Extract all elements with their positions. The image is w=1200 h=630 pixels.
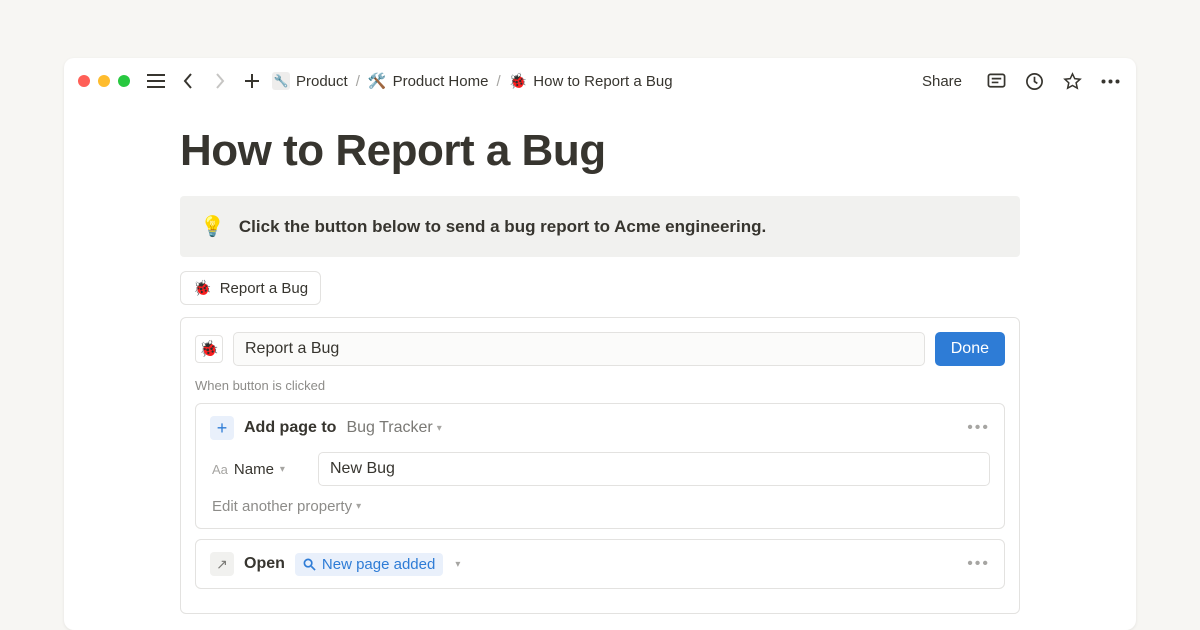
action-add-page: + Add page to Bug Tracker ▾ ••• Aa Name … (195, 403, 1005, 529)
open-arrow-icon: ↗ (210, 552, 234, 576)
button-name-input[interactable] (233, 332, 925, 366)
action-more-icon[interactable]: ••• (967, 555, 990, 573)
action-more-icon[interactable]: ••• (967, 419, 990, 437)
close-window[interactable] (78, 75, 90, 87)
app-window: 🔧 Product / 🛠️ Product Home / 🐞 How to R… (64, 58, 1136, 630)
edit-another-label: Edit another property (212, 498, 352, 515)
ladybug-icon: 🐞 (193, 279, 212, 297)
action-target-picker[interactable]: Bug Tracker ▾ (346, 419, 441, 437)
breadcrumb-separator: / (356, 73, 360, 90)
forward-button[interactable] (208, 69, 232, 93)
wrench-icon: 🔧 (272, 72, 290, 90)
action-open-page: ↗ Open New page added ▾ ••• (195, 539, 1005, 589)
when-clicked-label: When button is clicked (195, 378, 1005, 393)
token-label: New page added (322, 556, 435, 573)
breadcrumb-product-home[interactable]: 🛠️ Product Home (368, 72, 489, 90)
chevron-down-icon: ▾ (280, 464, 285, 475)
text-type-icon: Aa (212, 462, 228, 477)
favorite-icon[interactable] (1060, 69, 1084, 93)
lightbulb-icon: 💡 (200, 214, 225, 239)
callout-text: Click the button below to send a bug rep… (239, 217, 766, 237)
target-label: Bug Tracker (346, 419, 432, 437)
config-header: 🐞 Done (195, 332, 1005, 366)
maximize-window[interactable] (118, 75, 130, 87)
action-label: Open (244, 555, 285, 573)
chevron-down-icon: ▾ (356, 501, 361, 512)
window-controls (78, 75, 130, 87)
search-icon (303, 558, 316, 571)
new-page-button[interactable] (240, 69, 264, 93)
breadcrumb-label: Product Home (393, 73, 489, 90)
breadcrumb-product[interactable]: 🔧 Product (272, 72, 348, 90)
done-button[interactable]: Done (935, 332, 1005, 366)
comments-icon[interactable] (984, 69, 1008, 93)
open-target-token[interactable]: New page added (295, 553, 443, 576)
property-name: Name (234, 461, 274, 478)
tools-icon: 🛠️ (368, 72, 387, 90)
breadcrumb-label: Product (296, 73, 348, 90)
share-button[interactable]: Share (922, 73, 962, 90)
edit-another-property[interactable]: Edit another property ▾ (210, 498, 361, 515)
callout-block[interactable]: 💡 Click the button below to send a bug r… (180, 196, 1020, 257)
back-button[interactable] (176, 69, 200, 93)
topbar: 🔧 Product / 🛠️ Product Home / 🐞 How to R… (64, 58, 1136, 104)
breadcrumb-separator: / (496, 73, 500, 90)
breadcrumb-current-page[interactable]: 🐞 How to Report a Bug (509, 72, 673, 90)
breadcrumb-label: How to Report a Bug (533, 73, 672, 90)
property-value-input[interactable] (318, 452, 990, 486)
button-icon-picker[interactable]: 🐞 (195, 335, 223, 363)
breadcrumb: 🔧 Product / 🛠️ Product Home / 🐞 How to R… (272, 72, 673, 90)
report-bug-button[interactable]: 🐞 Report a Bug (180, 271, 321, 305)
page-content: How to Report a Bug 💡 Click the button b… (64, 126, 1136, 614)
action-label: Add page to (244, 419, 336, 437)
history-icon[interactable] (1022, 69, 1046, 93)
menu-icon[interactable] (144, 69, 168, 93)
minimize-window[interactable] (98, 75, 110, 87)
property-picker[interactable]: Aa Name ▾ (212, 461, 308, 478)
page-title[interactable]: How to Report a Bug (180, 126, 1020, 176)
button-label: Report a Bug (220, 280, 308, 297)
plus-icon: + (210, 416, 234, 440)
property-row: Aa Name ▾ (210, 452, 990, 486)
chevron-down-icon: ▾ (455, 559, 460, 570)
button-config-panel: 🐞 Done When button is clicked + Add page… (180, 317, 1020, 614)
more-icon[interactable] (1098, 69, 1122, 93)
chevron-down-icon: ▾ (437, 423, 442, 434)
ladybug-icon: 🐞 (509, 72, 528, 90)
